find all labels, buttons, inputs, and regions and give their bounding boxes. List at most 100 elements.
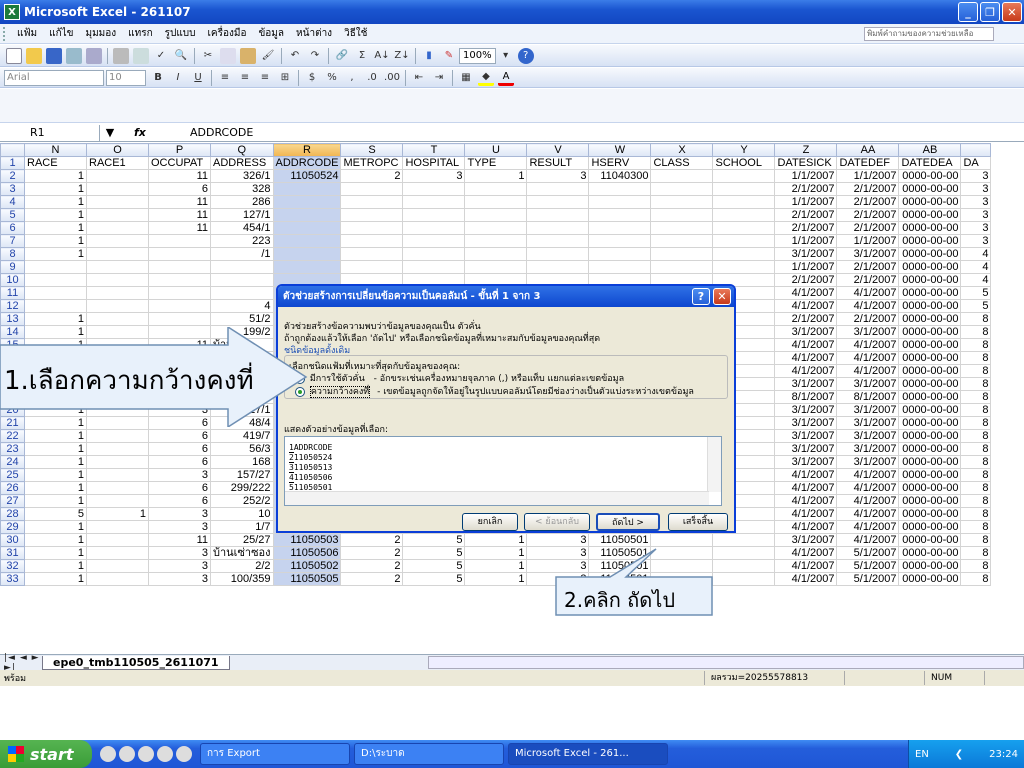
row-header[interactable]: 6 [0, 221, 25, 235]
cell[interactable]: 4/1/2007 [774, 286, 838, 300]
cell[interactable]: 4 [960, 273, 992, 287]
cell[interactable] [24, 260, 87, 274]
cell[interactable]: DATESICK [774, 156, 838, 170]
cell[interactable]: 0000-00-00 [898, 260, 962, 274]
quicklaunch-icon-2[interactable] [119, 746, 135, 762]
cell[interactable]: 1 [24, 455, 87, 469]
cell[interactable]: 1 [24, 169, 87, 183]
align-right-icon[interactable]: ≡ [257, 70, 273, 86]
row-header[interactable]: 9 [0, 260, 25, 274]
cell[interactable]: 4/1/2007 [774, 520, 838, 534]
cell[interactable]: 8 [960, 442, 992, 456]
cell[interactable]: 1 [464, 169, 528, 183]
fixed-width-label[interactable]: ความกว้างคงที่ [309, 386, 371, 398]
cell[interactable] [588, 260, 652, 274]
cell[interactable]: 1/1/2007 [774, 234, 838, 248]
cell[interactable]: 4/1/2007 [774, 572, 838, 586]
cell[interactable] [86, 299, 149, 313]
cell[interactable]: 0000-00-00 [898, 429, 962, 443]
cell[interactable]: 11040300 [588, 169, 652, 183]
autosum-icon[interactable]: Σ [354, 48, 370, 64]
cell[interactable]: 1/7 [210, 520, 274, 534]
cell[interactable]: 3 [960, 169, 992, 183]
column-header[interactable]: O [86, 143, 149, 157]
cell[interactable] [712, 533, 776, 547]
cell[interactable]: 8 [960, 416, 992, 430]
cell[interactable]: 8/1/2007 [774, 390, 838, 404]
cell[interactable]: 1 [24, 312, 87, 326]
cell[interactable]: 5 [24, 507, 87, 521]
cell[interactable]: 3/1/2007 [774, 416, 838, 430]
cell[interactable]: OCCUPAT [148, 156, 211, 170]
cell[interactable]: 4/1/2007 [774, 494, 838, 508]
cell[interactable]: 11 [148, 221, 211, 235]
cell[interactable]: 4/1/2007 [774, 507, 838, 521]
cell[interactable] [588, 234, 652, 248]
cell[interactable]: 127/1 [210, 208, 274, 222]
cell[interactable]: 8 [960, 403, 992, 417]
cell[interactable] [650, 208, 714, 222]
cell[interactable]: 8 [960, 468, 992, 482]
cell[interactable] [402, 208, 466, 222]
cell[interactable]: 0000-00-00 [898, 273, 962, 287]
cell[interactable]: 4/1/2007 [836, 286, 900, 300]
cell[interactable] [86, 468, 149, 482]
cell[interactable] [526, 221, 590, 235]
cell[interactable] [148, 234, 211, 248]
increase-decimal-icon[interactable]: .0 [364, 70, 380, 86]
cell[interactable] [712, 169, 776, 183]
menu-edit[interactable]: แก้ไข [43, 26, 79, 41]
cell[interactable]: 3/1/2007 [774, 247, 838, 261]
cell[interactable]: 4/1/2007 [836, 494, 900, 508]
cell[interactable]: 11050524 [272, 169, 342, 183]
cell[interactable]: 1/1/2007 [836, 234, 900, 248]
cell[interactable] [86, 520, 149, 534]
cell[interactable]: 6 [148, 455, 211, 469]
sort-ascending-icon[interactable]: A↓ [374, 48, 390, 64]
column-header[interactable]: N [24, 143, 87, 157]
cell[interactable]: METROPC [340, 156, 404, 170]
cell[interactable]: 2/1/2007 [774, 312, 838, 326]
cell[interactable] [340, 182, 404, 196]
cell[interactable]: 0000-00-00 [898, 481, 962, 495]
cell[interactable]: 0000-00-00 [898, 286, 962, 300]
cell[interactable]: 11 [148, 208, 211, 222]
cell[interactable] [712, 234, 776, 248]
bold-icon[interactable]: B [150, 70, 166, 86]
cell[interactable]: RESULT [526, 156, 590, 170]
cell[interactable]: 3/1/2007 [774, 533, 838, 547]
dialog-close-button[interactable]: ✕ [713, 288, 731, 305]
cell[interactable]: 8 [960, 572, 992, 586]
cell[interactable] [464, 208, 528, 222]
cell[interactable]: 3/1/2007 [774, 325, 838, 339]
cancel-button[interactable]: ยกเลิก [462, 513, 518, 531]
spelling-icon[interactable]: ✓ [153, 48, 169, 64]
preview-vertical-scrollbar[interactable] [707, 437, 721, 492]
cell[interactable] [712, 182, 776, 196]
cell[interactable]: 0000-00-00 [898, 312, 962, 326]
cell[interactable]: 0000-00-00 [898, 468, 962, 482]
column-header[interactable]: W [588, 143, 652, 157]
cell[interactable]: 4 [960, 260, 992, 274]
increase-indent-icon[interactable]: ⇥ [431, 70, 447, 86]
cell[interactable] [650, 182, 714, 196]
cell[interactable]: 3/1/2007 [836, 416, 900, 430]
cell[interactable]: 2/1/2007 [836, 273, 900, 287]
cell[interactable] [526, 260, 590, 274]
comma-style-icon[interactable]: , [344, 70, 360, 86]
decrease-indent-icon[interactable]: ⇤ [411, 70, 427, 86]
row-header[interactable]: 33 [0, 572, 25, 586]
cell[interactable]: 0000-00-00 [898, 559, 962, 573]
row-header[interactable]: 12 [0, 299, 25, 313]
sort-descending-icon[interactable]: Z↓ [394, 48, 410, 64]
cell[interactable]: 0000-00-00 [898, 299, 962, 313]
cell[interactable]: 1 [24, 247, 87, 261]
cell[interactable]: 0000-00-00 [898, 247, 962, 261]
cell[interactable]: 3/1/2007 [774, 429, 838, 443]
finish-button[interactable]: เสร็จสิ้น [668, 513, 728, 531]
cell[interactable]: 1 [24, 429, 87, 443]
cell[interactable]: 2 [340, 533, 404, 547]
cell[interactable]: 419/7 [210, 429, 274, 443]
cell[interactable]: 2/2 [210, 559, 274, 573]
cell[interactable]: 3 [148, 520, 211, 534]
